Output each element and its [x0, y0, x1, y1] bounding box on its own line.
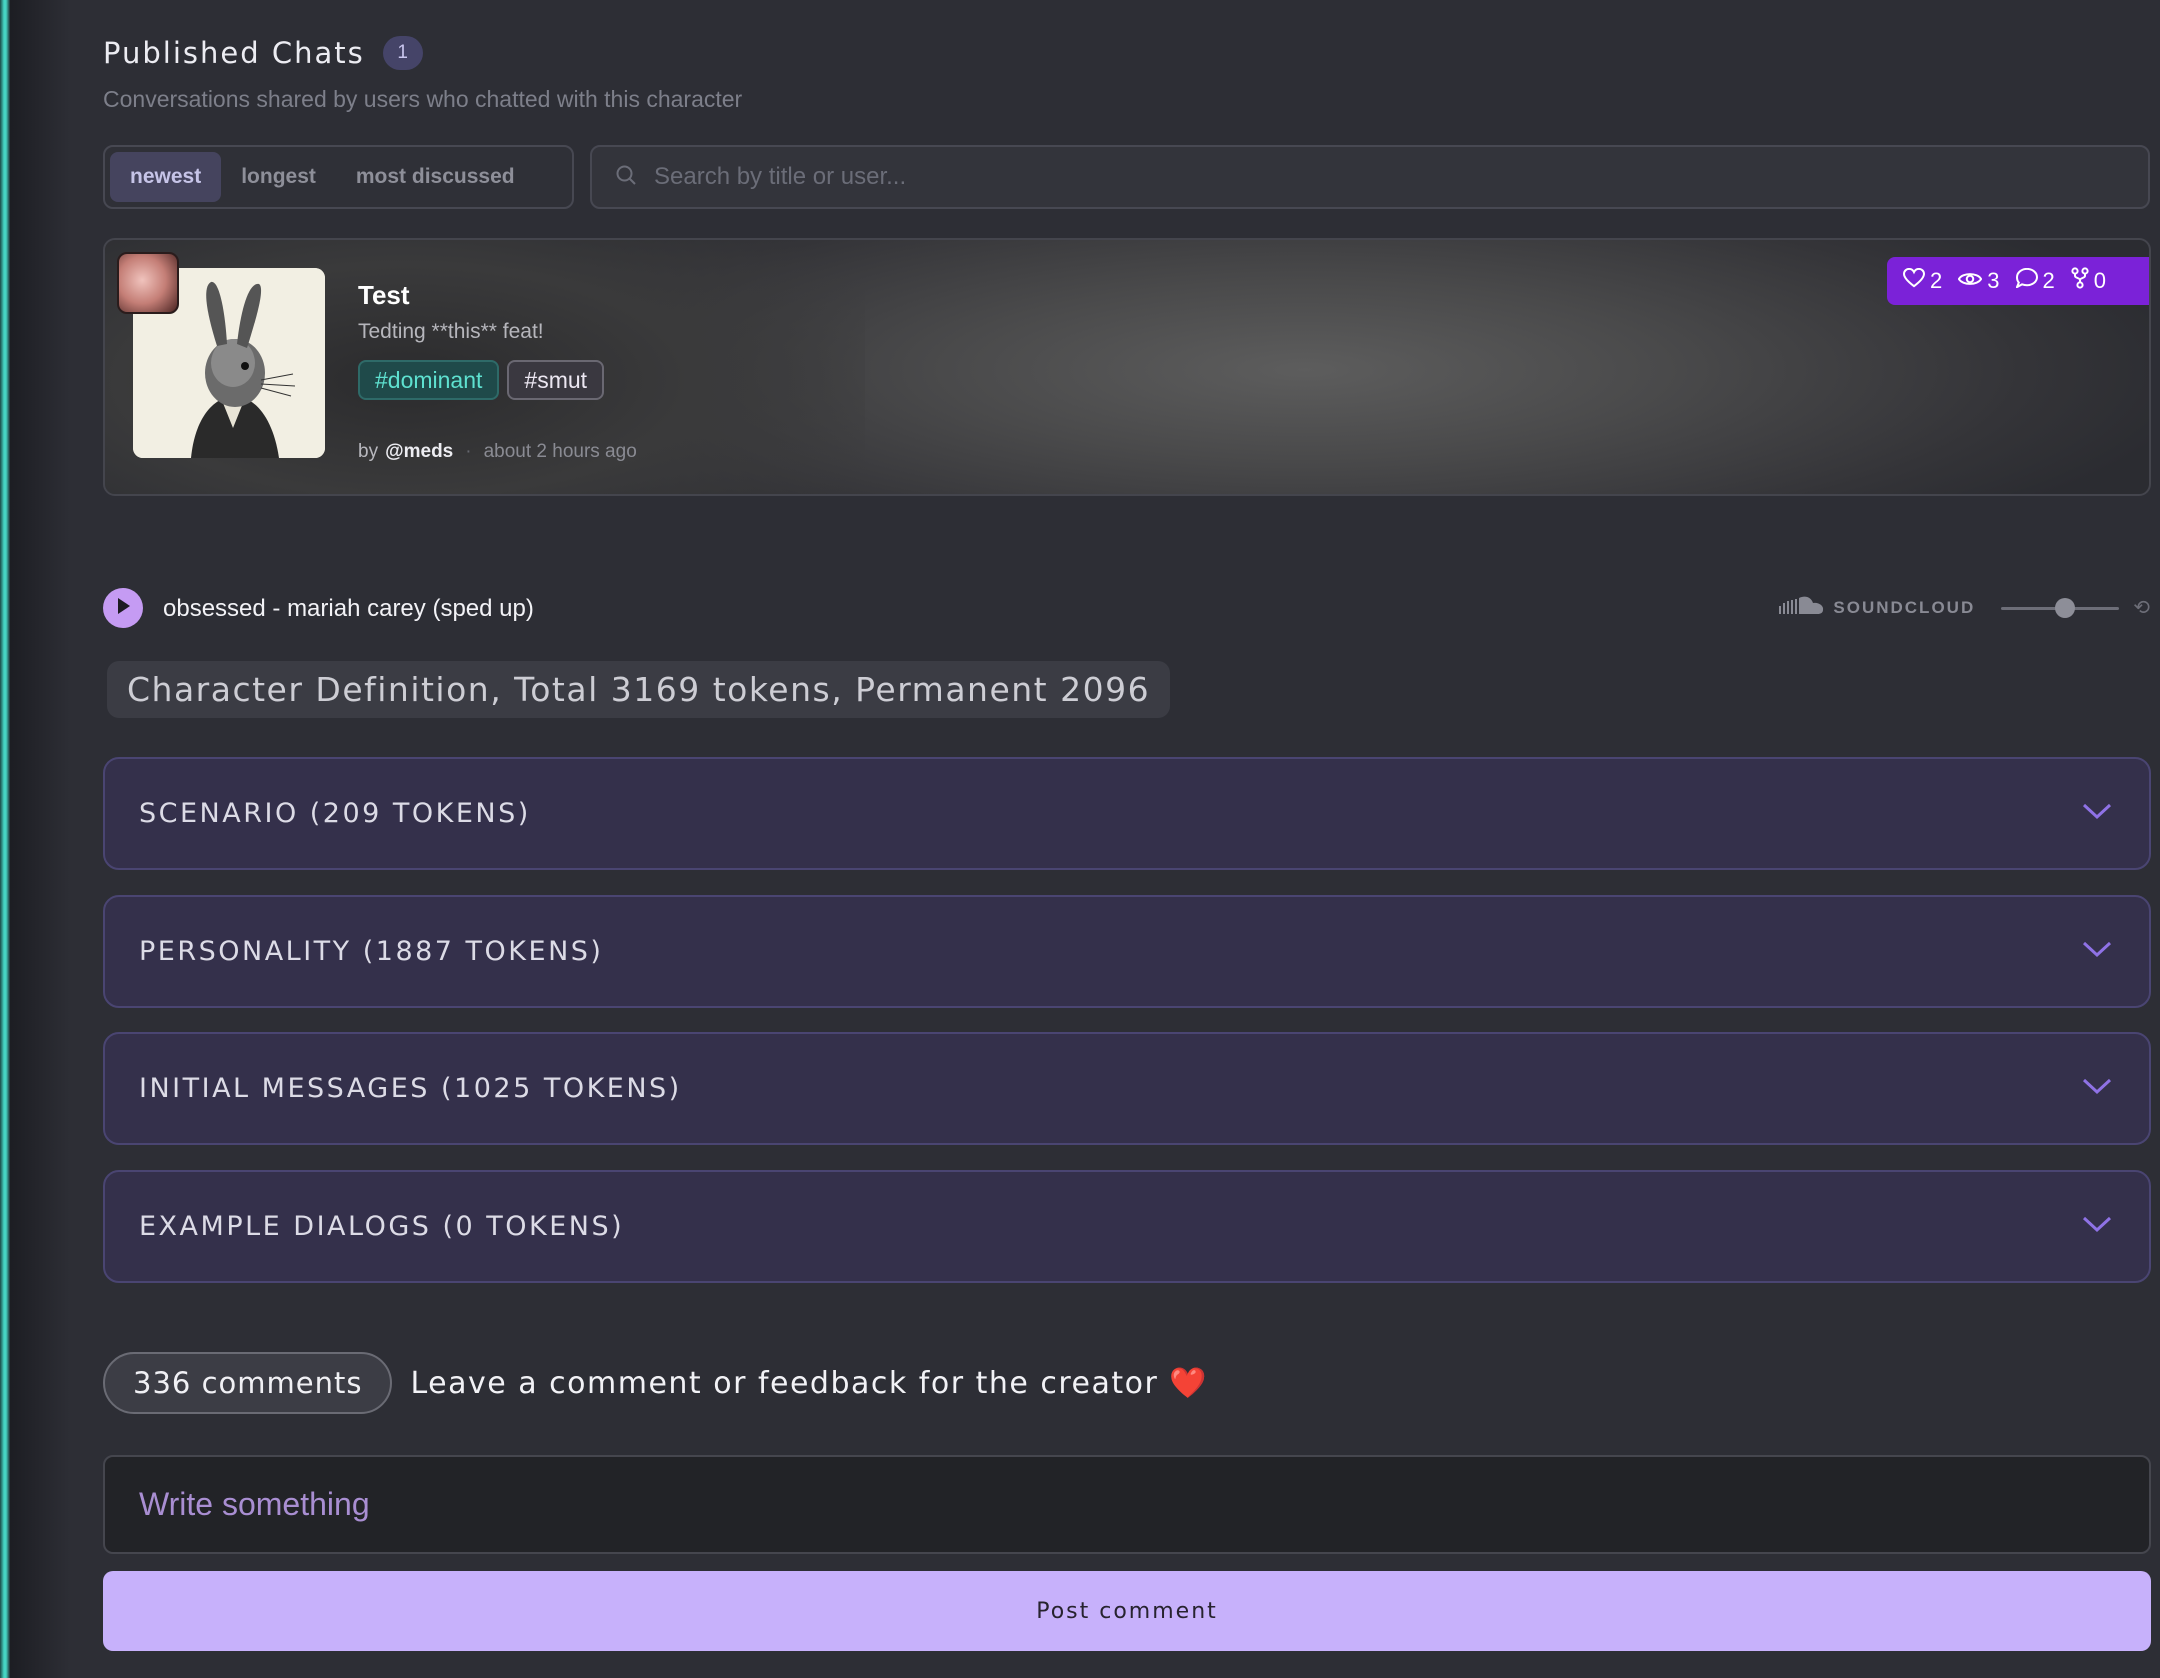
- published-chats-subtitle: Conversations shared by users who chatte…: [103, 86, 743, 112]
- published-chats-title: Published Chats: [103, 36, 365, 70]
- chevron-down-icon: [2081, 801, 2113, 826]
- volume-slider[interactable]: [2001, 596, 2120, 620]
- likes-count: 2: [1930, 268, 1943, 293]
- play-button[interactable]: [103, 588, 143, 628]
- meta-separator: ·: [465, 441, 472, 462]
- sort-newest-button[interactable]: newest: [110, 152, 222, 202]
- music-player: obsessed - mariah carey (sped up) SOUNDC…: [103, 588, 2150, 628]
- published-chats-count-badge: 1: [382, 36, 423, 70]
- heart-icon: [1902, 267, 1930, 294]
- chevron-down-icon: [2081, 1076, 2113, 1101]
- forks-count: 0: [2093, 268, 2106, 293]
- sort-tabs: newest longest most discussed: [103, 145, 574, 209]
- chat-tags: #dominant #smut: [358, 360, 612, 400]
- accordion-initial-messages[interactable]: INITIAL MESSAGES (1025 TOKENS): [103, 1032, 2151, 1145]
- comments-stat: 2: [2014, 267, 2055, 294]
- comment-bubble-icon: [2014, 267, 2043, 294]
- published-chats-header: Published Chats 1: [103, 36, 423, 70]
- left-rail-shadow: [10, 0, 70, 1678]
- accordion-label: PERSONALITY (1887 TOKENS): [139, 936, 604, 967]
- search-icon: [614, 163, 638, 192]
- chat-description: Tedting **this** feat!: [358, 320, 544, 343]
- sort-longest-button[interactable]: longest: [221, 152, 336, 202]
- tag-smut[interactable]: #smut: [507, 360, 605, 400]
- accordion-personality[interactable]: PERSONALITY (1887 TOKENS): [103, 895, 2151, 1008]
- accordion-example-dialogs[interactable]: EXAMPLE DIALOGS (0 TOKENS): [103, 1170, 2151, 1283]
- published-chat-card[interactable]: Test Tedting **this** feat! #dominant #s…: [103, 238, 2151, 496]
- track-title: obsessed - mariah carey (sped up): [163, 595, 534, 622]
- fork-icon: [2071, 267, 2094, 295]
- chevron-down-icon: [2081, 1214, 2113, 1239]
- post-comment-button[interactable]: Post comment: [103, 1571, 2151, 1651]
- author-link[interactable]: @meds: [385, 441, 453, 463]
- chat-meta: by @meds · about 2 hours ago: [358, 441, 637, 463]
- volume-knob[interactable]: [2055, 597, 2076, 618]
- chat-stats-badge: 2 3 2 0: [1887, 257, 2149, 305]
- comments-count-button[interactable]: 336 comments: [103, 1352, 393, 1414]
- play-icon: [114, 596, 132, 621]
- eye-icon: [1958, 268, 1987, 294]
- sort-most-discussed-button[interactable]: most discussed: [336, 152, 535, 202]
- comments-header: 336 comments Leave a comment or feedback…: [103, 1352, 1208, 1414]
- soundcloud-controls: SOUNDCLOUD ⟲: [1779, 594, 2150, 621]
- chat-timestamp: about 2 hours ago: [483, 441, 637, 462]
- chat-search-box: [590, 145, 2150, 209]
- views-count: 3: [1987, 268, 2000, 293]
- accordion-label: EXAMPLE DIALOGS (0 TOKENS): [139, 1211, 625, 1242]
- chat-title[interactable]: Test: [358, 280, 410, 311]
- comment-input[interactable]: [103, 1455, 2151, 1554]
- accordion-label: SCENARIO (209 TOKENS): [139, 798, 531, 829]
- author-avatar: [117, 252, 179, 314]
- views-stat: 3: [1958, 268, 2000, 294]
- chevron-down-icon: [2081, 939, 2113, 964]
- comments-count: 2: [2042, 268, 2055, 293]
- left-accent-rail: [0, 0, 10, 1678]
- likes-stat: 2: [1902, 267, 1943, 294]
- by-label: by: [358, 441, 379, 462]
- comment-prompt: Leave a comment or feedback for the crea…: [410, 1365, 1209, 1401]
- tag-dominant[interactable]: #dominant: [358, 360, 500, 400]
- forks-stat: 0: [2071, 267, 2106, 295]
- accordion-scenario[interactable]: SCENARIO (209 TOKENS): [103, 757, 2151, 870]
- soundcloud-icon: [1779, 594, 1825, 621]
- accordion-label: INITIAL MESSAGES (1025 TOKENS): [139, 1073, 682, 1104]
- chat-search-input[interactable]: [654, 163, 2054, 191]
- replay-icon[interactable]: ⟲: [2133, 595, 2150, 620]
- soundcloud-label[interactable]: SOUNDCLOUD: [1833, 598, 1975, 618]
- character-definition-summary: Character Definition, Total 3169 tokens,…: [107, 661, 1171, 718]
